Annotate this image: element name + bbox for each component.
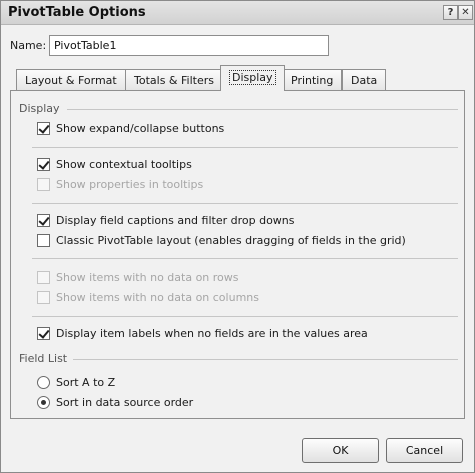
title-bar: PivotTable Options ? ✕	[1, 1, 474, 25]
show-properties-in-tooltips-checkbox[interactable]: Show properties in tooltips	[37, 178, 203, 191]
checkbox-label: Show items with no data on columns	[56, 291, 259, 304]
checkbox-label: Classic PivotTable layout (enables dragg…	[56, 234, 406, 247]
checkbox-label: Show expand/collapse buttons	[56, 122, 225, 135]
tab-totals-filters[interactable]: Totals & Filters	[125, 69, 223, 90]
name-label: Name:	[10, 39, 47, 52]
tab-label: Data	[351, 74, 378, 87]
help-icon[interactable]: ?	[443, 5, 458, 20]
checkbox-box[interactable]	[37, 271, 50, 284]
tab-layout-format[interactable]: Layout & Format	[16, 69, 126, 90]
field-list-group-label: Field List	[19, 352, 68, 365]
close-icon[interactable]: ✕	[458, 5, 473, 20]
tab-label: Totals & Filters	[134, 74, 214, 87]
checkbox-box[interactable]	[37, 178, 50, 191]
checkbox-label: Show properties in tooltips	[56, 178, 204, 191]
radio-label: Sort in data source order	[56, 396, 194, 409]
tab-label: Printing	[291, 74, 334, 87]
dialog-title: PivotTable Options	[8, 5, 146, 20]
tab-display[interactable]: Display	[220, 65, 285, 91]
checkbox-label: Display item labels when no fields are i…	[56, 327, 368, 340]
ok-button[interactable]: OK	[302, 438, 379, 463]
checkbox-box[interactable]	[37, 291, 50, 304]
checkbox-box[interactable]	[37, 327, 50, 340]
divider	[73, 359, 458, 360]
divider	[32, 258, 458, 259]
checkbox-box[interactable]	[37, 122, 50, 135]
cancel-button[interactable]: Cancel	[386, 438, 463, 463]
divider	[32, 203, 458, 204]
tab-data[interactable]: Data	[342, 69, 387, 90]
show-expand-collapse-checkbox[interactable]: Show expand/collapse buttons	[37, 122, 224, 135]
tab-printing[interactable]: Printing	[282, 69, 343, 90]
tab-label: Layout & Format	[25, 74, 117, 87]
show-items-no-data-columns-checkbox[interactable]: Show items with no data on columns	[37, 291, 259, 304]
tab-panel-display	[10, 90, 465, 419]
show-items-no-data-rows-checkbox[interactable]: Show items with no data on rows	[37, 271, 239, 284]
radio-circle[interactable]	[37, 376, 50, 389]
divider	[32, 147, 458, 148]
divider	[32, 316, 458, 317]
radio-label: Sort A to Z	[56, 376, 116, 389]
checkbox-label: Display field captions and filter drop d…	[56, 214, 295, 227]
checkbox-box[interactable]	[37, 214, 50, 227]
display-field-captions-checkbox[interactable]: Display field captions and filter drop d…	[37, 214, 295, 227]
tab-label: Display	[229, 70, 276, 85]
radio-circle[interactable]	[37, 396, 50, 409]
checkbox-label: Show items with no data on rows	[56, 271, 239, 284]
checkbox-label: Show contextual tooltips	[56, 158, 192, 171]
sort-data-source-order-radio[interactable]: Sort in data source order	[37, 396, 193, 409]
display-group-label: Display	[19, 102, 60, 115]
display-item-labels-checkbox[interactable]: Display item labels when no fields are i…	[37, 327, 368, 340]
divider	[67, 109, 458, 110]
pivottable-options-dialog: PivotTable Options ? ✕ Name: PivotTable1…	[0, 0, 475, 473]
sort-a-to-z-radio[interactable]: Sort A to Z	[37, 376, 115, 389]
checkbox-box[interactable]	[37, 158, 50, 171]
classic-pivottable-layout-checkbox[interactable]: Classic PivotTable layout (enables dragg…	[37, 234, 406, 247]
name-input[interactable]: PivotTable1	[49, 35, 329, 56]
checkbox-box[interactable]	[37, 234, 50, 247]
show-contextual-tooltips-checkbox[interactable]: Show contextual tooltips	[37, 158, 192, 171]
